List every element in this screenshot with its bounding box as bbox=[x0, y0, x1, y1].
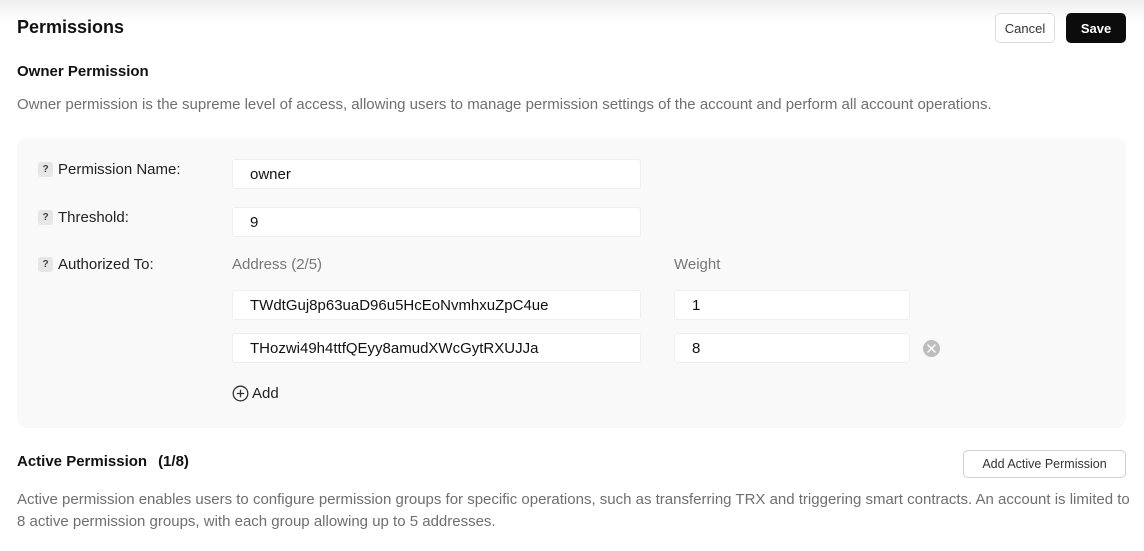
help-icon[interactable]: ? bbox=[38, 210, 53, 225]
permission-name-input[interactable]: owner bbox=[232, 159, 641, 189]
owner-permission-title: Owner Permission bbox=[17, 63, 149, 80]
permission-name-label: ? Permission Name: bbox=[38, 161, 181, 178]
owner-permission-description: Owner permission is the supreme level of… bbox=[17, 96, 992, 113]
threshold-label-text: Threshold: bbox=[58, 209, 129, 226]
authorized-to-label-text: Authorized To: bbox=[58, 256, 154, 273]
active-permission-title: Active Permission (1/8) bbox=[17, 453, 189, 470]
plus-circle-icon bbox=[232, 385, 249, 402]
threshold-input[interactable]: 9 bbox=[232, 207, 641, 237]
permission-name-label-text: Permission Name: bbox=[58, 161, 181, 178]
cancel-button[interactable]: Cancel bbox=[995, 13, 1055, 43]
active-permission-title-text: Active Permission bbox=[17, 453, 148, 470]
permissions-page: Permissions Cancel Save Owner Permission… bbox=[0, 0, 1144, 551]
save-button[interactable]: Save bbox=[1066, 13, 1126, 43]
page-title: Permissions bbox=[17, 17, 125, 37]
weight-input[interactable]: 1 bbox=[674, 290, 910, 320]
address-input[interactable]: TWdtGuj8p63uaD96u5HcEoNvmhxuZpC4ue bbox=[232, 290, 641, 320]
authorized-to-label: ? Authorized To: bbox=[38, 256, 154, 273]
help-icon[interactable]: ? bbox=[38, 162, 53, 177]
remove-key-icon[interactable] bbox=[923, 340, 940, 357]
address-input[interactable]: THozwi49h4ttfQEyy8amudXWcGytRXUJJa bbox=[232, 333, 641, 363]
threshold-label: ? Threshold: bbox=[38, 209, 129, 226]
top-shadow bbox=[0, 0, 1144, 22]
help-icon[interactable]: ? bbox=[38, 257, 53, 272]
weight-column-header: Weight bbox=[674, 256, 721, 273]
add-key-label: Add bbox=[252, 385, 279, 402]
weight-input[interactable]: 8 bbox=[674, 333, 910, 363]
address-column-header: Address (2/5) bbox=[232, 256, 323, 273]
add-active-permission-button[interactable]: Add Active Permission bbox=[963, 450, 1126, 478]
active-permission-count: (1/8) bbox=[158, 453, 189, 470]
active-permission-description: Active permission enables users to confi… bbox=[17, 491, 1130, 530]
add-key-button[interactable]: Add bbox=[232, 385, 279, 402]
